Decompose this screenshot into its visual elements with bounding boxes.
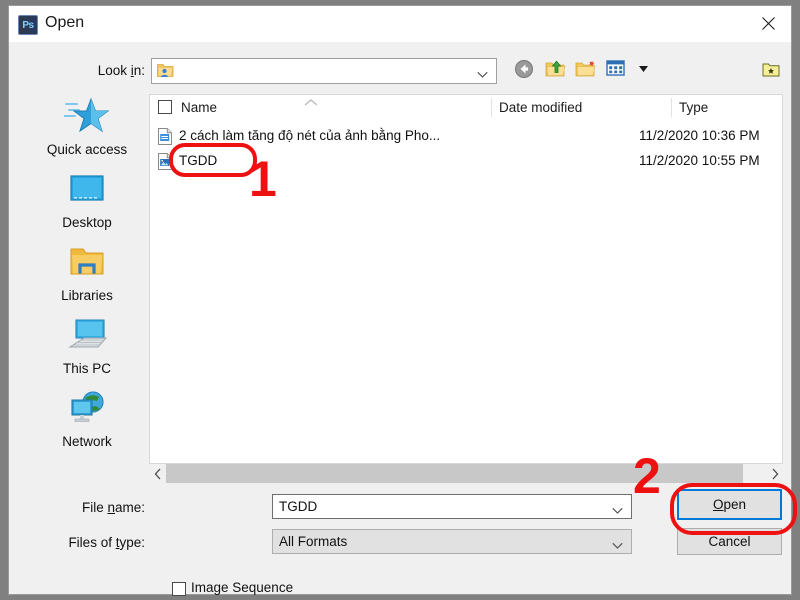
- libraries-folder-icon: [25, 240, 149, 286]
- sidebar-item-label: Network: [62, 434, 112, 449]
- chevron-down-icon[interactable]: [612, 538, 623, 549]
- file-name-input[interactable]: TGDD: [272, 494, 632, 519]
- network-globe-icon: [25, 386, 149, 432]
- table-row[interactable]: 2 cách làm tăng độ nét của ảnh bằng Pho.…: [150, 125, 782, 146]
- desktop-monitor-icon: [25, 167, 149, 213]
- file-name-value: TGDD: [279, 499, 318, 514]
- image-sequence-label: Image Sequence: [191, 580, 294, 595]
- window-title: Open: [45, 14, 85, 31]
- up-folder-icon[interactable]: [545, 59, 569, 83]
- chevron-down-icon[interactable]: [612, 503, 623, 514]
- file-date-cell: 11/2/2020 10:36 PM: [639, 128, 760, 143]
- look-in-label: Look in:: [97, 63, 145, 78]
- file-name-cell: TGDD: [179, 153, 218, 168]
- files-of-type-value: All Formats: [279, 534, 348, 549]
- files-of-type-select[interactable]: All Formats: [272, 529, 632, 554]
- sidebar-item-label: Desktop: [62, 215, 112, 230]
- open-button[interactable]: Open: [677, 489, 782, 520]
- select-all-checkbox[interactable]: [158, 100, 172, 114]
- sort-ascending-icon: [302, 95, 320, 106]
- chevron-down-icon[interactable]: [637, 59, 651, 83]
- sidebar-item-this-pc[interactable]: This PC: [25, 313, 149, 376]
- sidebar-item-label: Quick access: [46, 142, 128, 157]
- photoshop-icon: Ps: [18, 15, 38, 35]
- back-arrow-icon[interactable]: [514, 59, 538, 83]
- files-of-type-label: Files of type:: [68, 535, 145, 550]
- file-list-header: Name Date modified Type: [150, 95, 782, 120]
- user-folder-icon: [157, 63, 174, 78]
- column-header-type[interactable]: Type: [671, 95, 782, 120]
- sidebar-item-quick-access[interactable]: Quick access: [25, 94, 149, 157]
- image-sequence-checkbox[interactable]: [172, 582, 186, 596]
- table-row[interactable]: TGDD 11/2/2020 10:55 PM JPG File: [150, 150, 782, 171]
- sidebar-item-label: Libraries: [61, 288, 113, 303]
- look-in-combobox[interactable]: [151, 58, 497, 84]
- close-icon[interactable]: [745, 6, 791, 41]
- open-dialog-window: Ps Open Look in: Quick access Desktop Li…: [8, 5, 797, 596]
- file-name-label: File name:: [81, 500, 145, 515]
- column-header-name[interactable]: Name: [173, 95, 491, 120]
- places-sidebar: Quick access Desktop Libraries This PC N…: [25, 94, 149, 462]
- file-date-cell: 11/2/2020 10:55 PM: [639, 153, 760, 168]
- title-bar: Ps Open: [9, 6, 791, 42]
- chevron-right-icon[interactable]: [766, 464, 783, 483]
- views-grid-icon[interactable]: [606, 59, 630, 83]
- this-pc-icon: [25, 313, 149, 359]
- sidebar-item-desktop[interactable]: Desktop: [25, 167, 149, 230]
- quick-access-star-icon: [25, 94, 149, 140]
- chevron-left-icon[interactable]: [149, 464, 166, 483]
- jpg-image-file-icon: [158, 153, 172, 170]
- google-docs-file-icon: [158, 128, 172, 145]
- column-header-date-modified[interactable]: Date modified: [491, 95, 671, 120]
- sidebar-item-libraries[interactable]: Libraries: [25, 240, 149, 303]
- file-list-panel: Name Date modified Type 2 cách làm tăng …: [149, 94, 783, 464]
- horizontal-scrollbar[interactable]: [149, 464, 783, 483]
- sidebar-item-label: This PC: [62, 361, 111, 376]
- sidebar-item-network[interactable]: Network: [25, 386, 149, 449]
- scrollbar-thumb[interactable]: [166, 464, 743, 483]
- new-folder-icon[interactable]: [575, 59, 599, 83]
- navigation-toolbar: [514, 59, 654, 83]
- cancel-button[interactable]: Cancel: [677, 528, 782, 555]
- folder-star-icon[interactable]: [761, 61, 781, 81]
- chevron-down-icon: [477, 67, 488, 78]
- file-name-cell: 2 cách làm tăng độ nét của ảnh bằng Pho.…: [179, 128, 441, 143]
